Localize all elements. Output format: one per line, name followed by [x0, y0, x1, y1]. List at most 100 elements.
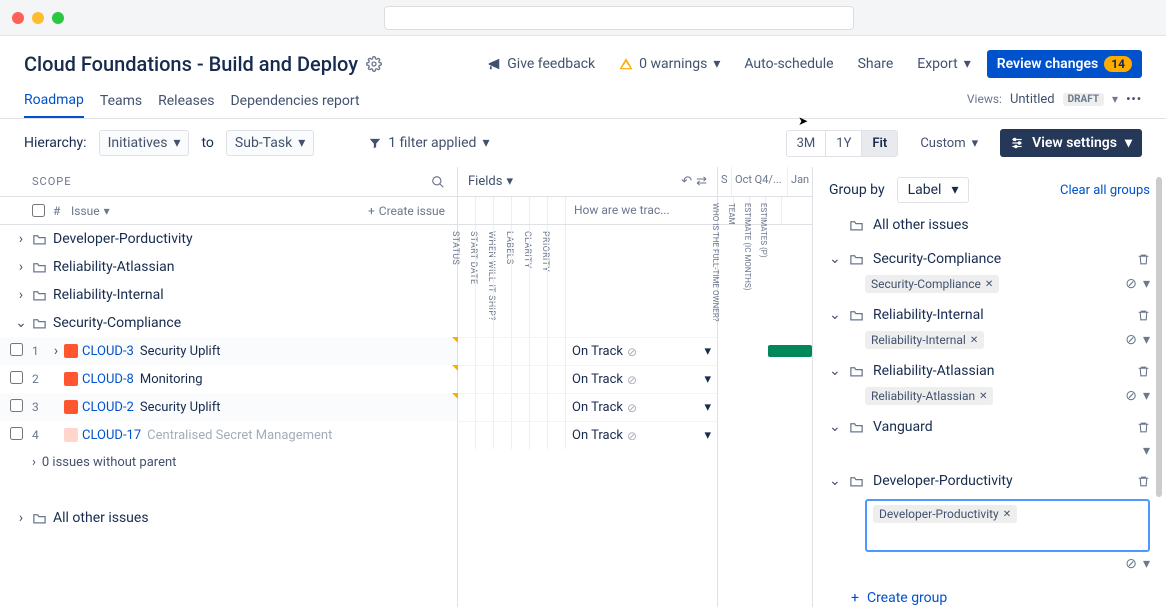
filters-applied-button[interactable]: 1 filter applied ▾ [368, 135, 489, 151]
search-icon[interactable] [431, 175, 445, 189]
chevron-down-icon[interactable]: ⌄ [829, 363, 841, 379]
group-tag[interactable]: Developer-Productivity✕ [873, 505, 1017, 523]
col-issue-dropdown[interactable]: Issue ▾ [71, 204, 110, 218]
tab-releases[interactable]: Releases [158, 87, 214, 117]
clear-icon[interactable]: ⊘ [1125, 388, 1137, 404]
issue-checkbox[interactable] [10, 343, 23, 356]
review-changes-button[interactable]: Review changes 14 [987, 50, 1142, 78]
chevron-down-icon[interactable]: ▾ [1143, 388, 1150, 404]
clear-icon[interactable]: ⊘ [1125, 332, 1137, 348]
chevron-down-icon[interactable]: ▾ [704, 344, 711, 359]
clear-icon[interactable]: ⊘ [627, 373, 637, 387]
issues-without-parent[interactable]: › 0 issues without parent [0, 449, 457, 476]
gear-icon[interactable] [366, 56, 382, 72]
col-ship[interactable]: WHEN WILL IT SHIP? [494, 197, 512, 224]
group-tag-input[interactable] [873, 527, 1142, 546]
clear-icon[interactable]: ⊘ [1125, 556, 1137, 572]
group-tag[interactable]: Security-Compliance✕ [865, 275, 999, 293]
expand-icon[interactable]: ⇄ [696, 174, 707, 189]
issue-key[interactable]: CLOUD-3 [82, 344, 134, 359]
hierarchy-to-dropdown[interactable]: Sub-Task ▾ [226, 130, 314, 156]
clear-icon[interactable]: ⊘ [627, 429, 637, 443]
chevron-down-icon[interactable]: ▾ [1143, 332, 1150, 348]
issue-row[interactable]: 2 CLOUD-8 Monitoring [0, 365, 457, 393]
chevron-down-icon[interactable]: ▾ [1112, 92, 1118, 106]
group-tag[interactable]: Reliability-Atlassian✕ [865, 387, 993, 405]
scope-group-row[interactable]: › Reliability-Internal [0, 281, 457, 309]
scope-group-row[interactable]: ⌄ Security-Compliance [0, 309, 457, 337]
trash-icon[interactable] [1137, 421, 1150, 434]
more-menu[interactable]: ••• [1126, 92, 1142, 106]
range-fit[interactable]: Fit [862, 131, 897, 156]
how-tracking-cell[interactable]: On Track ⊘ ▾ [566, 338, 717, 365]
issue-row[interactable]: 1 › CLOUD-3 Security Uplift [0, 337, 457, 365]
col-labels[interactable]: LABELS [512, 197, 530, 224]
timeline-issue-row[interactable] [718, 393, 812, 421]
chevron-down-icon[interactable]: ⌄ [829, 473, 841, 489]
tab-teams[interactable]: Teams [100, 87, 142, 117]
chevron-down-icon[interactable]: ⌄ [829, 251, 841, 267]
group-tag[interactable]: Reliability-Internal✕ [865, 331, 984, 349]
create-issue-button[interactable]: + Create issue [368, 204, 445, 218]
col-status[interactable]: STATUS [458, 197, 476, 224]
clear-all-groups[interactable]: Clear all groups [1060, 183, 1150, 198]
chevron-down-icon[interactable]: ▾ [704, 372, 711, 387]
url-bar[interactable] [384, 6, 854, 30]
chevron-down-icon[interactable]: ▾ [704, 428, 711, 443]
create-group-button[interactable]: + Create group [851, 590, 947, 606]
issue-row[interactable]: 3 CLOUD-2 Security Uplift [0, 393, 457, 421]
fields-dropdown[interactable]: Fields ▾ [468, 174, 513, 189]
chevron-down-icon[interactable]: ⌄ [829, 419, 841, 435]
chevron-down-icon[interactable]: ▾ [1143, 443, 1150, 459]
chevron-down-icon[interactable]: ▾ [1143, 556, 1150, 572]
timeline-issue-row[interactable] [718, 421, 812, 449]
hierarchy-from-dropdown[interactable]: Initiatives ▾ [99, 130, 190, 156]
select-all-checkbox[interactable] [32, 204, 45, 217]
tab-dependencies-report[interactable]: Dependencies report [230, 87, 359, 117]
how-tracking-cell[interactable]: On Track ⊘ ▾ [566, 422, 717, 449]
view-name[interactable]: Untitled [1010, 92, 1055, 107]
chevron-down-icon[interactable]: ▾ [704, 400, 711, 415]
clear-icon[interactable]: ⊘ [627, 401, 637, 415]
gantt-bar[interactable] [768, 345, 812, 357]
range-3m[interactable]: 3M [787, 131, 827, 156]
col-how-tracking[interactable]: How are we trac... [566, 197, 717, 224]
export-button[interactable]: Export ▾ [909, 50, 978, 78]
expand-icon[interactable]: › [48, 343, 64, 359]
remove-tag-icon[interactable]: ✕ [979, 391, 987, 402]
share-button[interactable]: Share [850, 50, 902, 78]
col-priority[interactable]: PRIORITY [548, 197, 566, 224]
clear-icon[interactable]: ⊘ [627, 345, 637, 359]
trash-icon[interactable] [1137, 475, 1150, 488]
group-by-select[interactable]: Label ▾ [897, 177, 970, 203]
tl-col-estimates-p[interactable]: ESTIMATES (P) [766, 197, 782, 224]
issue-checkbox[interactable] [10, 399, 23, 412]
how-tracking-cell[interactable]: On Track ⊘ ▾ [566, 394, 717, 421]
remove-tag-icon[interactable]: ✕ [1003, 509, 1011, 520]
issue-key[interactable]: CLOUD-2 [82, 400, 134, 415]
clear-icon[interactable]: ⊘ [1125, 276, 1137, 292]
remove-tag-icon[interactable]: ✕ [985, 279, 993, 290]
issue-checkbox[interactable] [10, 371, 23, 384]
scope-group-row[interactable]: › Reliability-Atlassian [0, 253, 457, 281]
auto-schedule-button[interactable]: Auto-schedule [736, 50, 841, 78]
trash-icon[interactable] [1137, 365, 1150, 378]
remove-tag-icon[interactable]: ✕ [970, 335, 978, 346]
issue-checkbox[interactable] [10, 427, 23, 440]
issue-row[interactable]: 4 CLOUD-17 Centralised Secret Management [0, 421, 457, 449]
scope-group-row[interactable]: › Developer-Porductivity [0, 225, 457, 253]
warnings-button[interactable]: 0 warnings ▾ [611, 50, 728, 78]
give-feedback-button[interactable]: Give feedback [479, 50, 603, 78]
range-1y[interactable]: 1Y [826, 131, 862, 156]
tab-roadmap[interactable]: Roadmap [24, 86, 84, 118]
minimize-window[interactable] [32, 12, 44, 24]
custom-range-dropdown[interactable]: Custom ▾ [910, 131, 988, 156]
maximize-window[interactable] [52, 12, 64, 24]
issue-key[interactable]: CLOUD-8 [82, 372, 134, 387]
how-tracking-cell[interactable]: On Track ⊘ ▾ [566, 366, 717, 393]
trash-icon[interactable] [1137, 253, 1150, 266]
timeline-issue-row[interactable] [718, 337, 812, 365]
col-clarity[interactable]: CLARITY [530, 197, 548, 224]
undo-icon[interactable]: ↶ [681, 174, 692, 189]
chevron-down-icon[interactable]: ▾ [1143, 276, 1150, 292]
